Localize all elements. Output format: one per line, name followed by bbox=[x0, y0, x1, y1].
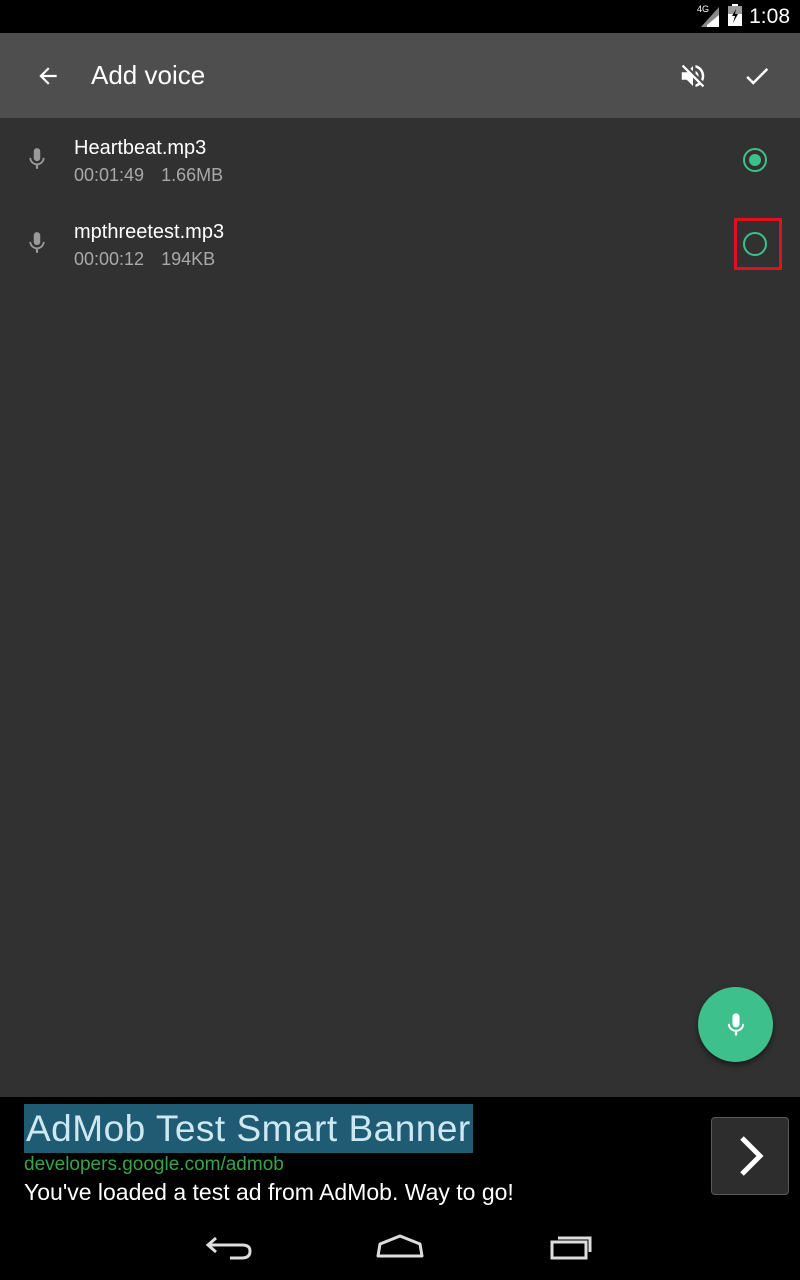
confirm-button[interactable] bbox=[738, 57, 776, 95]
record-voice-button[interactable] bbox=[698, 987, 773, 1062]
back-icon bbox=[205, 1236, 252, 1260]
mute-button[interactable] bbox=[674, 57, 712, 95]
status-time: 1:08 bbox=[749, 5, 790, 28]
file-name: mpthreetest.mp3 bbox=[74, 221, 225, 243]
file-meta: 00:00:12 194KB bbox=[74, 249, 232, 270]
ad-open-button[interactable] bbox=[711, 1117, 789, 1195]
arrow-back-icon bbox=[39, 67, 57, 85]
navigation-bar bbox=[0, 1215, 800, 1280]
voice-file-list: Heartbeat.mp3 00:01:49 1.66MB mpthreetest… bbox=[0, 118, 800, 286]
ad-title[interactable]: AdMob Test Smart Banner bbox=[24, 1104, 473, 1153]
radio-button-unselected[interactable] bbox=[743, 232, 767, 256]
battery-icon bbox=[727, 3, 743, 32]
list-item[interactable]: Heartbeat.mp3 00:01:49 1.66MB bbox=[0, 118, 800, 202]
nav-home-button[interactable] bbox=[370, 1225, 430, 1269]
back-button[interactable] bbox=[30, 58, 66, 94]
microphone-icon bbox=[29, 232, 45, 253]
check-icon bbox=[746, 67, 769, 85]
recents-icon bbox=[550, 1236, 592, 1260]
radio-button-selected[interactable] bbox=[743, 148, 767, 172]
volume-off-icon bbox=[681, 64, 705, 88]
ad-url[interactable]: developers.google.com/admob bbox=[24, 1154, 284, 1176]
file-name: Heartbeat.mp3 bbox=[74, 137, 207, 159]
chevron-right-icon bbox=[740, 1136, 764, 1176]
microphone-icon bbox=[727, 1012, 744, 1035]
nav-recents-button[interactable] bbox=[540, 1225, 600, 1269]
status-bar: 4G 1:08 bbox=[0, 0, 800, 33]
app-bar: Add voice bbox=[0, 33, 800, 118]
file-duration: 00:00:12 bbox=[74, 249, 145, 269]
nav-back-button[interactable] bbox=[200, 1225, 260, 1269]
file-size: 194KB bbox=[161, 249, 216, 269]
ad-text: You've loaded a test ad from AdMob. Way … bbox=[24, 1179, 514, 1205]
page-title: Add voice bbox=[91, 60, 206, 90]
ad-banner[interactable]: AdMob Test Smart Banner developers.googl… bbox=[0, 1097, 800, 1215]
file-meta: 00:01:49 1.66MB bbox=[74, 165, 240, 186]
svg-text:4G: 4G bbox=[697, 4, 709, 14]
home-icon bbox=[376, 1234, 424, 1258]
network-signal-icon: 4G bbox=[697, 3, 721, 32]
list-item[interactable]: mpthreetest.mp3 00:00:12 194KB bbox=[0, 202, 800, 286]
microphone-icon bbox=[29, 148, 45, 169]
file-duration: 00:01:49 bbox=[74, 165, 145, 185]
file-size: 1.66MB bbox=[161, 165, 224, 185]
